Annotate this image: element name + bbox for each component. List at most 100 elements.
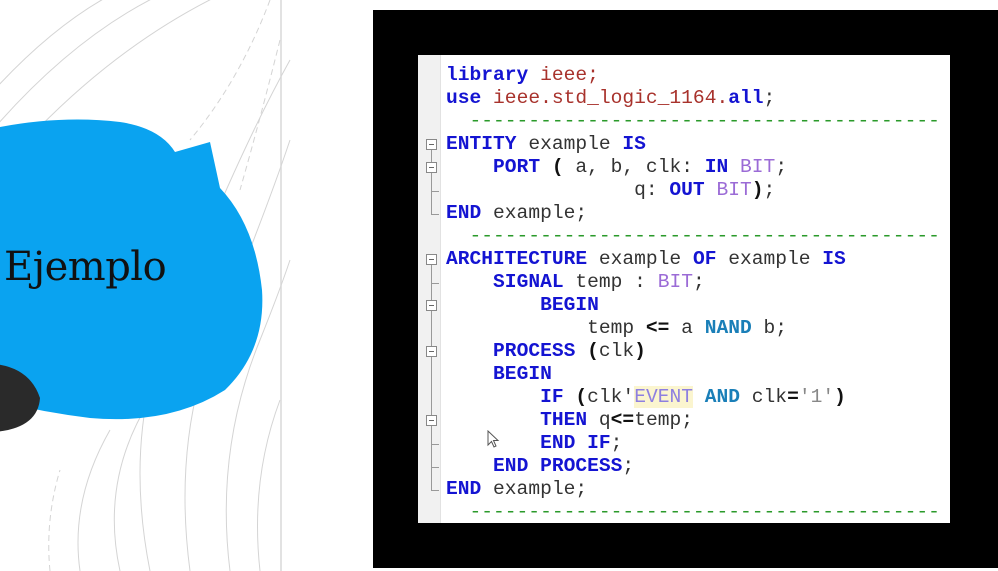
code-token-plain: ; — [763, 87, 776, 109]
code-token-plain: example; — [481, 478, 588, 500]
code-token-kw: OUT — [669, 179, 705, 201]
code-token-logic: NAND — [704, 317, 752, 339]
code-token-kw: PROCESS — [540, 455, 623, 477]
code-token-kw: ARCHITECTURE — [446, 248, 588, 270]
code-line: END IF; — [446, 432, 940, 455]
code-line: SIGNAL temp : BIT; — [446, 271, 940, 294]
code-token-type: BIT — [657, 271, 693, 293]
fold-end — [431, 214, 439, 215]
code-token-kw: IS — [822, 248, 846, 270]
code-line: ENTITY example IS — [446, 133, 940, 156]
code-token-type: BIT — [716, 179, 752, 201]
code-text[interactable]: library ieee; use ieee.std_logic_1164.all… — [446, 64, 940, 523]
code-line: IF (clk'EVENT AND clk='1') — [446, 386, 940, 409]
code-token-kw: END — [540, 432, 576, 454]
code-line: BEGIN — [446, 363, 940, 386]
code-token-type: BIT — [740, 156, 776, 178]
code-line: ARCHITECTURE example OF example IS — [446, 248, 940, 271]
code-token-plain: ; — [763, 179, 776, 201]
fold-line — [431, 265, 432, 490]
code-token-plain: ; — [692, 271, 705, 293]
code-token-kw: IN — [704, 156, 729, 178]
code-token-op: ( — [551, 156, 564, 178]
fold-toggle-if[interactable] — [426, 415, 437, 426]
fold-toggle-process[interactable] — [426, 346, 437, 357]
code-token-kw: use — [446, 87, 482, 109]
code-token-plain: q: — [446, 179, 670, 201]
code-token-kw: IS — [622, 133, 646, 155]
code-token-kw: SIGNAL — [493, 271, 564, 293]
code-editor[interactable]: library ieee; use ieee.std_logic_1164.all… — [418, 55, 950, 523]
code-token-plain: clk — [740, 386, 788, 408]
code-token-plain: example — [516, 133, 623, 155]
code-token-cmt: ---------------------------------------- — [446, 110, 940, 132]
code-token-plain: ; — [622, 455, 635, 477]
code-token-plain: a, b, clk: — [563, 156, 705, 178]
fold-end — [431, 191, 439, 192]
code-token-plain: example — [716, 248, 823, 270]
code-line: END example; — [446, 202, 940, 225]
code-token-plain: clk' — [587, 386, 635, 408]
code-token-plain: example; — [481, 202, 588, 224]
code-token-op: ) — [834, 386, 846, 408]
slide-title: Ejemplo — [4, 244, 167, 290]
code-token-kw: IF — [587, 432, 611, 454]
fold-toggle-architecture[interactable] — [426, 254, 437, 265]
code-token-plain: b; — [751, 317, 788, 339]
fold-end — [431, 444, 439, 445]
code-line: q: OUT BIT); — [446, 179, 940, 202]
code-line: PROCESS (clk) — [446, 340, 940, 363]
code-token-kw: THEN — [540, 409, 588, 431]
code-line: ---------------------------------------- — [446, 501, 940, 523]
code-token-lib: ieee; — [540, 64, 599, 86]
fold-toggle-entity[interactable] — [426, 139, 437, 150]
fold-end — [431, 467, 439, 468]
mouse-pointer-icon — [487, 430, 500, 448]
code-token-plain: clk — [598, 340, 635, 362]
code-token-plain: temp : — [563, 271, 658, 293]
code-token-plain: ; — [775, 156, 788, 178]
code-token-str: '1' — [798, 386, 835, 408]
code-token-cmt: ---------------------------------------- — [446, 501, 940, 523]
code-token-plain: example — [587, 248, 693, 270]
code-token-op: ) — [634, 340, 646, 362]
fold-toggle-begin[interactable] — [426, 300, 437, 311]
code-line: PORT ( a, b, clk: IN BIT; — [446, 156, 940, 179]
code-token-kw: PORT — [493, 156, 541, 178]
code-line: use ieee.std_logic_1164.all; — [446, 87, 940, 110]
code-token-op: ) — [751, 179, 764, 201]
code-token-kw: BEGIN — [493, 363, 552, 385]
code-line: library ieee; — [446, 64, 940, 87]
fold-line — [431, 150, 432, 214]
code-token-plain: ; — [610, 432, 623, 454]
fold-end — [431, 490, 439, 491]
code-line: THEN q<=temp; — [446, 409, 940, 432]
code-token-op: ( — [575, 386, 588, 408]
code-token-kw: library — [446, 64, 529, 86]
code-line: END PROCESS; — [446, 455, 940, 478]
code-token-kw: IF — [540, 386, 564, 408]
fold-end — [431, 283, 439, 284]
code-token-lib: ieee.std_logic_1164. — [493, 87, 729, 109]
code-token-op: = — [787, 386, 799, 408]
fold-toggle-port[interactable] — [426, 162, 437, 173]
code-token-plain: temp — [446, 317, 646, 339]
code-token-cmt: ---------------------------------------- — [446, 225, 940, 247]
code-token-kw: OF — [692, 248, 717, 270]
code-line: END example; — [446, 478, 940, 501]
code-token-kw: all — [728, 87, 764, 109]
